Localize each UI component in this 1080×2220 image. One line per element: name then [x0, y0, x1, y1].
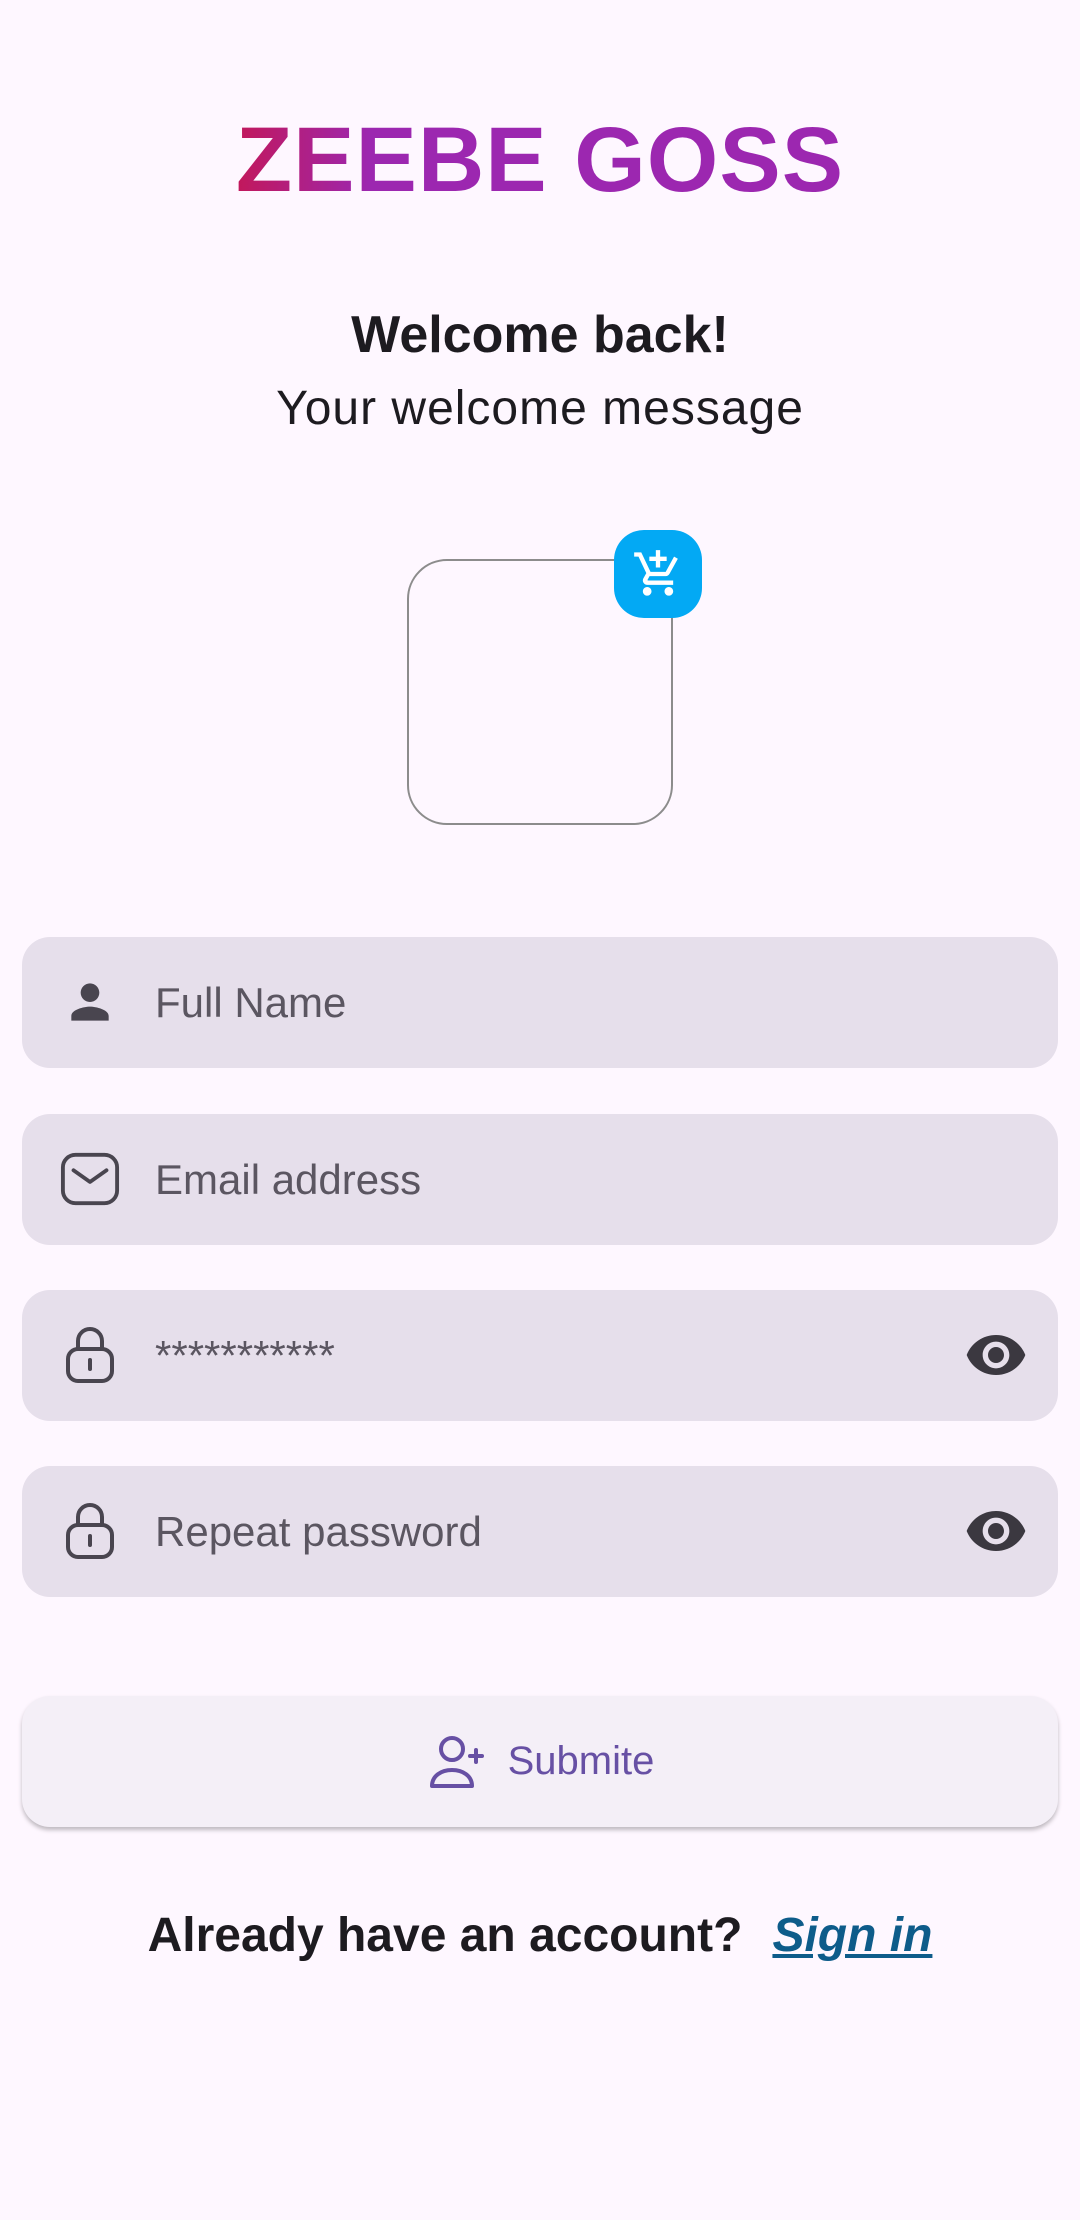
add-image-button[interactable]: [614, 530, 702, 618]
account-question: Already have an account?: [147, 1909, 743, 1962]
lock-icon: [60, 1501, 120, 1561]
submit-label: Submite: [507, 1739, 655, 1783]
repeat-password-field[interactable]: Repeat password: [22, 1466, 1058, 1597]
repeat-password-input[interactable]: Repeat password: [155, 1466, 482, 1597]
person-add-icon: [429, 1735, 484, 1788]
password-field[interactable]: ***********: [22, 1290, 1058, 1421]
email-field[interactable]: Email address: [22, 1114, 1058, 1245]
mail-icon: [60, 1149, 120, 1209]
full-name-field[interactable]: Full Name: [22, 937, 1058, 1068]
eye-icon[interactable]: [964, 1325, 1028, 1385]
cart-plus-icon: [634, 550, 678, 596]
brand-title: ZEEBE GOSS: [0, 100, 1080, 220]
welcome-subtitle: Your welcome message: [276, 382, 804, 435]
person-icon: [60, 972, 120, 1032]
submit-button[interactable]: Submite: [22, 1696, 1058, 1827]
lock-icon: [60, 1325, 120, 1385]
full-name-input[interactable]: Full Name: [155, 937, 346, 1068]
welcome-title: Welcome back!: [351, 306, 729, 364]
signin-prompt: Already have an account? Sign in: [0, 1900, 1080, 1972]
email-input[interactable]: Email address: [155, 1114, 421, 1245]
password-input[interactable]: ***********: [155, 1290, 335, 1421]
brand-title-text: ZEEBE GOSS: [235, 109, 845, 211]
eye-icon[interactable]: [964, 1501, 1028, 1561]
sign-in-link[interactable]: Sign in: [772, 1909, 932, 1962]
